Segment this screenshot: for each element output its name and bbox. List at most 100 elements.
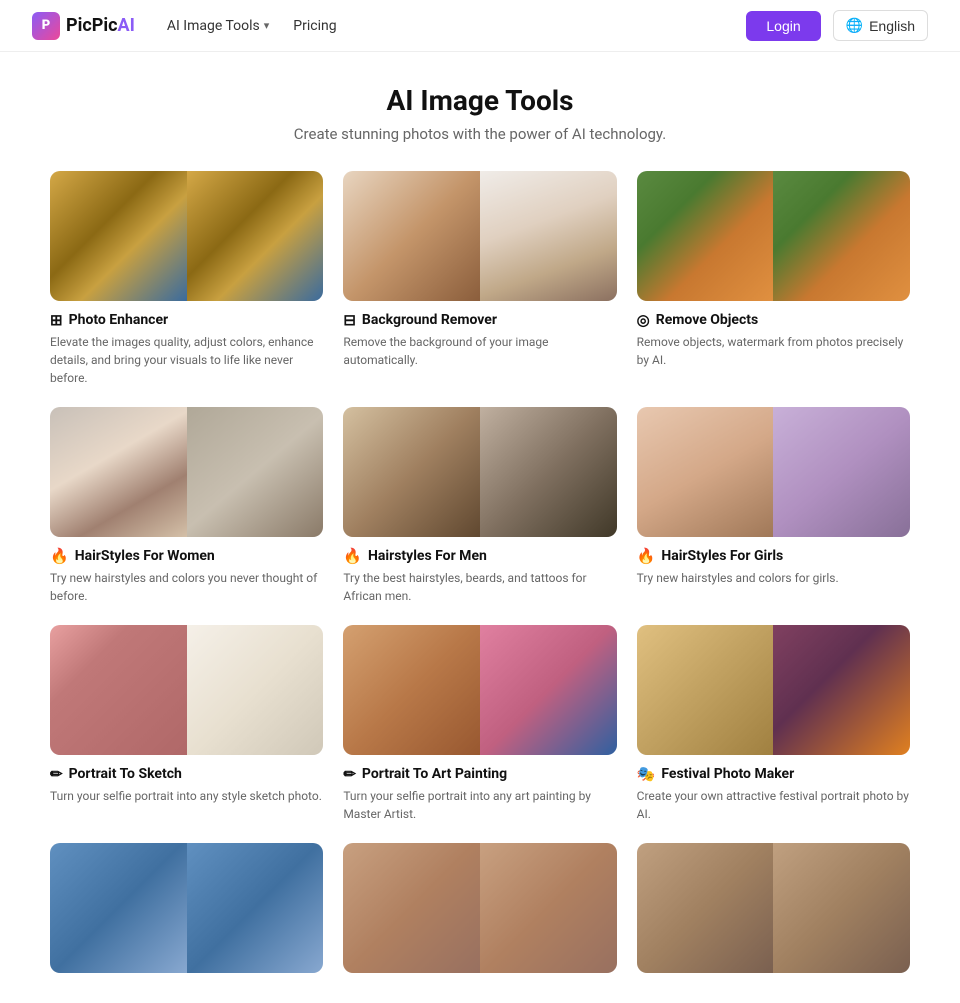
- tool-image-left-hairstyles-women: [50, 407, 187, 537]
- tool-image-left-tool-10: [50, 843, 187, 973]
- logo-text: PicPicAI: [66, 15, 135, 36]
- tool-title-background-remover: ⊟ Background Remover: [343, 311, 616, 329]
- tool-image-left-portrait-art: [343, 625, 480, 755]
- nav-left: P PicPicAI AI Image Tools ▾ Pricing: [32, 12, 337, 40]
- language-selector[interactable]: 🌐 English: [833, 10, 928, 41]
- logo-icon: P: [32, 12, 60, 40]
- tool-desc-festival-photo: Create your own attractive festival port…: [637, 787, 910, 823]
- tool-image-right-portrait-art: [480, 625, 617, 755]
- tool-title-text-festival-photo: Festival Photo Maker: [661, 766, 794, 782]
- tool-icon-hairstyles-girls: 🔥: [637, 547, 656, 565]
- tool-card-hairstyles-girls[interactable]: 🔥 HairStyles For Girls Try new hairstyles …: [637, 407, 910, 605]
- tool-image-left-tool-12: [637, 843, 774, 973]
- tool-image-portrait-sketch: [50, 625, 323, 755]
- tool-image-right-hairstyles-men: [480, 407, 617, 537]
- tool-image-right-portrait-sketch: [187, 625, 324, 755]
- tool-image-left-photo-enhancer: [50, 171, 187, 301]
- tool-image-left-tool-11: [343, 843, 480, 973]
- tool-desc-portrait-art: Turn your selfie portrait into any art p…: [343, 787, 616, 823]
- tool-image-left-portrait-sketch: [50, 625, 187, 755]
- tool-image-right-hairstyles-girls: [773, 407, 910, 537]
- tool-desc-remove-objects: Remove objects, watermark from photos pr…: [637, 333, 910, 369]
- tool-image-left-hairstyles-men: [343, 407, 480, 537]
- logo-pic: PicPic: [66, 15, 118, 36]
- tool-icon-hairstyles-men: 🔥: [343, 547, 362, 565]
- main-content: AI Image Tools Create stunning photos wi…: [30, 52, 930, 1003]
- tool-title-hairstyles-women: 🔥 HairStyles For Women: [50, 547, 323, 565]
- tool-title-portrait-art: ✏ Portrait To Art Painting: [343, 765, 616, 783]
- tool-card-portrait-art[interactable]: ✏ Portrait To Art Painting Turn your selfi…: [343, 625, 616, 823]
- tool-card-remove-objects[interactable]: ◎ Remove Objects Remove objects, watermark…: [637, 171, 910, 387]
- tool-desc-photo-enhancer: Elevate the images quality, adjust color…: [50, 333, 323, 387]
- tool-image-left-festival-photo: [637, 625, 774, 755]
- tool-image-portrait-art: [343, 625, 616, 755]
- tool-desc-background-remover: Remove the background of your image auto…: [343, 333, 616, 369]
- tool-icon-festival-photo: 🎭: [637, 765, 656, 783]
- tool-card-portrait-sketch[interactable]: ✏ Portrait To Sketch Turn your selfie port…: [50, 625, 323, 823]
- tool-title-text-photo-enhancer: Photo Enhancer: [69, 312, 169, 328]
- tool-title-text-hairstyles-men: Hairstyles For Men: [368, 548, 487, 564]
- tool-icon-photo-enhancer: ⊞: [50, 311, 63, 329]
- tool-card-background-remover[interactable]: ⊟ Background Remover Remove the background…: [343, 171, 616, 387]
- tool-desc-hairstyles-men: Try the best hairstyles, beards, and tat…: [343, 569, 616, 605]
- tool-desc-hairstyles-women: Try new hairstyles and colors you never …: [50, 569, 323, 605]
- logo-letter: P: [42, 18, 50, 33]
- tool-image-left-background-remover: [343, 171, 480, 301]
- tool-card-tool-10[interactable]: [50, 843, 323, 983]
- tool-icon-background-remover: ⊟: [343, 311, 356, 329]
- tool-card-festival-photo[interactable]: 🎭 Festival Photo Maker Create your own att…: [637, 625, 910, 823]
- tool-icon-portrait-art: ✏: [343, 765, 356, 783]
- tool-icon-remove-objects: ◎: [637, 311, 650, 329]
- tool-icon-hairstyles-women: 🔥: [50, 547, 69, 565]
- navbar: P PicPicAI AI Image Tools ▾ Pricing Logi…: [0, 0, 960, 52]
- page-title: AI Image Tools: [50, 84, 910, 117]
- logo[interactable]: P PicPicAI: [32, 12, 135, 40]
- tool-image-hairstyles-girls: [637, 407, 910, 537]
- tools-grid: ⊞ Photo Enhancer Elevate the images qualit…: [50, 171, 910, 983]
- tool-title-hairstyles-girls: 🔥 HairStyles For Girls: [637, 547, 910, 565]
- tool-image-right-remove-objects: [773, 171, 910, 301]
- nav-menu: AI Image Tools ▾ Pricing: [167, 18, 337, 34]
- tool-image-tool-12: [637, 843, 910, 973]
- tool-title-text-hairstyles-women: HairStyles For Women: [75, 548, 215, 564]
- tool-image-left-hairstyles-girls: [637, 407, 774, 537]
- tool-title-photo-enhancer: ⊞ Photo Enhancer: [50, 311, 323, 329]
- tool-title-text-hairstyles-girls: HairStyles For Girls: [661, 548, 783, 564]
- nav-item-pricing[interactable]: Pricing: [293, 18, 336, 34]
- tool-card-hairstyles-men[interactable]: 🔥 Hairstyles For Men Try the best hairstyl…: [343, 407, 616, 605]
- tool-title-text-background-remover: Background Remover: [362, 312, 497, 328]
- tool-image-remove-objects: [637, 171, 910, 301]
- tool-title-hairstyles-men: 🔥 Hairstyles For Men: [343, 547, 616, 565]
- chevron-down-icon: ▾: [264, 19, 270, 32]
- logo-ai: AI: [118, 15, 135, 36]
- nav-right: Login 🌐 English: [746, 10, 928, 41]
- tool-image-left-remove-objects: [637, 171, 774, 301]
- globe-icon: 🌐: [846, 17, 863, 34]
- tool-icon-portrait-sketch: ✏: [50, 765, 63, 783]
- tool-image-tool-10: [50, 843, 323, 973]
- tool-desc-hairstyles-girls: Try new hairstyles and colors for girls.: [637, 569, 910, 587]
- login-button[interactable]: Login: [746, 11, 820, 41]
- tool-card-tool-12[interactable]: [637, 843, 910, 983]
- nav-item-tools[interactable]: AI Image Tools ▾: [167, 18, 269, 34]
- tool-image-background-remover: [343, 171, 616, 301]
- tool-image-right-photo-enhancer: [187, 171, 324, 301]
- tool-image-right-festival-photo: [773, 625, 910, 755]
- tool-desc-portrait-sketch: Turn your selfie portrait into any style…: [50, 787, 323, 805]
- tool-title-text-portrait-sketch: Portrait To Sketch: [69, 766, 182, 782]
- tool-title-text-remove-objects: Remove Objects: [656, 312, 758, 328]
- tool-image-festival-photo: [637, 625, 910, 755]
- tool-image-right-background-remover: [480, 171, 617, 301]
- tool-title-festival-photo: 🎭 Festival Photo Maker: [637, 765, 910, 783]
- tool-image-hairstyles-women: [50, 407, 323, 537]
- tool-image-right-hairstyles-women: [187, 407, 324, 537]
- tool-card-tool-11[interactable]: [343, 843, 616, 983]
- tool-title-remove-objects: ◎ Remove Objects: [637, 311, 910, 329]
- tool-image-hairstyles-men: [343, 407, 616, 537]
- tool-card-photo-enhancer[interactable]: ⊞ Photo Enhancer Elevate the images qualit…: [50, 171, 323, 387]
- tool-title-text-portrait-art: Portrait To Art Painting: [362, 766, 507, 782]
- tool-card-hairstyles-women[interactable]: 🔥 HairStyles For Women Try new hairstyles …: [50, 407, 323, 605]
- tool-image-right-tool-12: [773, 843, 910, 973]
- tool-image-photo-enhancer: [50, 171, 323, 301]
- page-subtitle: Create stunning photos with the power of…: [50, 125, 910, 143]
